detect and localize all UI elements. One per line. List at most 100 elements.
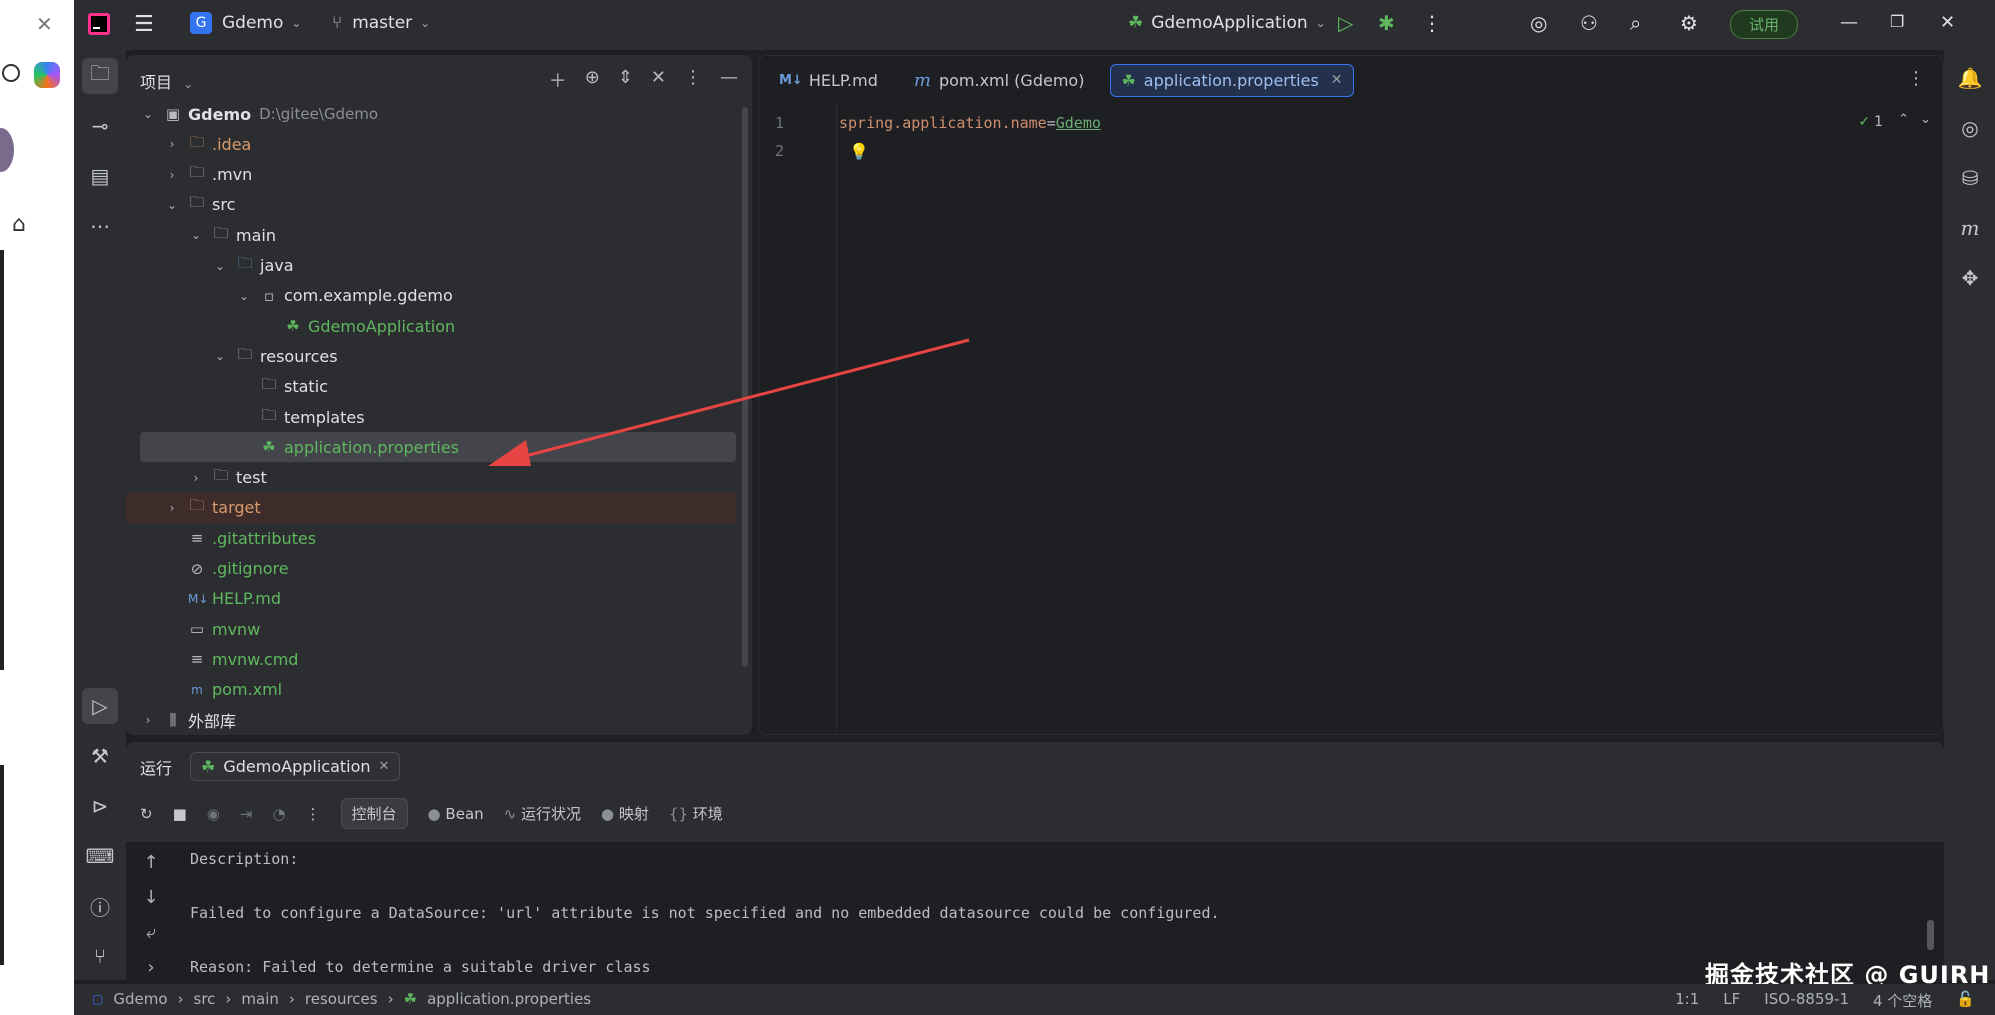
tree-item[interactable]: › ⫼ 外部库 <box>126 705 736 735</box>
terminal-icon[interactable]: ⌨ <box>82 838 118 874</box>
lock-icon[interactable]: 🔓 <box>1956 990 1975 1011</box>
cursor-position[interactable]: 1:1 <box>1675 990 1699 1011</box>
tree-item[interactable]: ⌄ ▣ Gdemo D:\gitee\Gdemo <box>126 99 736 129</box>
run-icon[interactable]: ▷ <box>1338 11 1353 35</box>
menu-dot-icon[interactable] <box>2 64 20 82</box>
more-icon[interactable]: ⋮ <box>1422 11 1442 35</box>
tree-item[interactable]: › 🗀 .idea <box>126 129 736 159</box>
project-switcher[interactable]: G Gdemo ⌄ <box>190 12 301 34</box>
chevron-right-icon[interactable]: › <box>188 471 204 485</box>
project-tool-icon[interactable]: 🗀 <box>82 58 118 94</box>
tree-item[interactable]: ⌄ 🗀 main <box>126 220 736 250</box>
database-icon[interactable]: ⛁ <box>1956 164 1984 192</box>
minimize-icon[interactable]: — <box>1840 12 1858 33</box>
locate-icon[interactable]: ⊕ <box>585 67 600 93</box>
tree-item[interactable]: › 🗀 .mvn <box>126 160 736 190</box>
github-icon[interactable]: ⌂ <box>12 212 26 237</box>
expand-all-icon[interactable]: ⇕ <box>618 67 633 93</box>
console-tab[interactable]: 控制台 <box>340 798 408 829</box>
scroll-up-icon[interactable]: ↑ <box>143 852 158 873</box>
main-menu-icon[interactable]: ☰ <box>134 12 154 37</box>
lightbulb-icon[interactable]: 💡 <box>849 142 869 161</box>
tab-options-icon[interactable]: ⋮ <box>1907 68 1925 89</box>
run-config-selector[interactable]: ☘ GdemoApplication ⌄ <box>1128 13 1326 33</box>
chevron-down-icon[interactable]: ⌄ <box>212 349 228 363</box>
tree-item[interactable]: 🗀 templates <box>126 402 736 432</box>
structure-icon[interactable]: ▤ <box>82 158 118 194</box>
problems-icon[interactable]: ⓘ <box>82 888 118 924</box>
options-icon[interactable]: ⋮ <box>684 67 702 93</box>
collapse-all-icon[interactable]: ✕ <box>651 67 666 93</box>
health-tab[interactable]: ∿ 运行状况 <box>504 803 581 824</box>
line-separator[interactable]: LF <box>1723 990 1740 1011</box>
chevron-right-icon[interactable]: › <box>140 713 156 727</box>
snapshot-icon[interactable]: ◉ <box>207 805 220 823</box>
exit-icon[interactable]: ⇥ <box>240 805 253 823</box>
breadcrumb-item[interactable]: Gdemo <box>113 990 167 1008</box>
console-output[interactable]: ↑ ↓ ⤶ › Description: Failed to configure… <box>126 842 1944 980</box>
tree-item[interactable]: m pom.xml <box>126 675 736 705</box>
tree-item[interactable]: ⌄ 🗀 resources <box>126 341 736 371</box>
expand-icon[interactable]: › <box>147 957 154 978</box>
tree-item[interactable]: 🗀 static <box>126 372 736 402</box>
debug-icon[interactable]: ✱ <box>1378 11 1395 35</box>
search-icon[interactable]: ⌕ <box>1630 11 1641 35</box>
env-tab[interactable]: {} 环境 <box>669 803 723 824</box>
indent-setting[interactable]: 4 个空格 <box>1873 990 1932 1011</box>
chevron-down-icon[interactable]: ⌄ <box>140 107 156 121</box>
run-tab[interactable]: ☘ GdemoApplication ✕ <box>190 752 401 781</box>
trial-button[interactable]: 试用 <box>1730 10 1799 39</box>
add-icon[interactable]: ＋ <box>549 67 567 93</box>
more-icon[interactable]: ⋮ <box>306 805 321 823</box>
close-icon[interactable]: ✕ <box>36 12 53 36</box>
tab-help-md[interactable]: M↓ HELP.md <box>769 65 888 96</box>
chevron-down-icon[interactable]: ⌄ <box>236 289 252 303</box>
tab-pom-xml[interactable]: m pom.xml (Gdemo) <box>904 64 1095 97</box>
chevron-down-icon[interactable]: ⌄ <box>188 228 204 242</box>
ai-chat-icon[interactable]: ◎ <box>1956 114 1984 142</box>
tree-item[interactable]: ≡ mvnw.cmd <box>126 644 736 674</box>
breadcrumb-item[interactable]: src <box>194 990 216 1008</box>
bean-tab[interactable]: ● Bean <box>428 805 484 823</box>
code-line-1[interactable]: spring.application.name=Gdemo <box>839 114 1101 132</box>
tree-item[interactable]: ⊘ .gitignore <box>126 554 736 584</box>
scroll-down-icon[interactable]: ↓ <box>143 887 158 908</box>
console-scrollbar[interactable] <box>1927 920 1934 950</box>
maven-icon[interactable]: m <box>1956 214 1984 242</box>
tree-item[interactable]: › 🗀 target <box>126 492 736 523</box>
tree-item[interactable]: ⌄ 🗀 src <box>126 190 736 220</box>
chevron-right-icon[interactable]: › <box>164 137 180 151</box>
notifications-icon[interactable]: 🔔 <box>1956 64 1984 92</box>
tree-item[interactable]: M↓ HELP.md <box>126 584 736 614</box>
git-icon[interactable]: ⑂ <box>82 938 118 974</box>
avatar[interactable] <box>0 128 14 172</box>
close-tab-icon[interactable]: ✕ <box>1331 72 1343 88</box>
soft-wrap-icon[interactable]: ⤶ <box>146 922 156 943</box>
services-icon[interactable]: ⊳ <box>82 788 118 824</box>
copilot-icon[interactable] <box>34 62 60 88</box>
ai-assistant-icon[interactable]: ◎ <box>1530 11 1547 35</box>
mapping-tab[interactable]: ● 映射 <box>601 803 649 824</box>
close-tab-icon[interactable]: ✕ <box>379 759 390 774</box>
file-encoding[interactable]: ISO-8859-1 <box>1764 990 1849 1011</box>
hide-icon[interactable]: — <box>720 67 738 93</box>
run-tool-icon[interactable]: ▷ <box>82 688 118 724</box>
commit-icon[interactable]: ⊸ <box>82 108 118 144</box>
plugin-icon[interactable]: ✥ <box>1956 264 1984 292</box>
restore-icon[interactable]: ❐ <box>1890 12 1904 31</box>
breadcrumb-item[interactable]: main <box>241 990 278 1008</box>
more-tools-icon[interactable]: ⋯ <box>82 208 118 244</box>
chevron-right-icon[interactable]: › <box>164 501 180 515</box>
rerun-icon[interactable]: ↻ <box>140 805 153 823</box>
tree-scrollbar[interactable] <box>742 107 748 667</box>
chevron-right-icon[interactable]: › <box>164 168 180 182</box>
build-icon[interactable]: ⚒ <box>82 738 118 774</box>
project-panel-header[interactable]: 项目 ⌄ <box>140 69 193 93</box>
chevron-down-icon[interactable]: ⌄ <box>164 198 180 212</box>
tree-item[interactable]: ⌄ ▫ com.example.gdemo <box>126 281 736 311</box>
code-with-me-icon[interactable]: ⚇ <box>1580 11 1598 35</box>
tree-item[interactable]: ⌄ 🗀 java <box>126 251 736 281</box>
tree-item[interactable]: ☘ GdemoApplication <box>126 311 736 341</box>
next-highlight-icon[interactable]: ⌄ <box>1920 112 1931 127</box>
tab-application-properties[interactable]: ☘ application.properties ✕ <box>1110 63 1354 97</box>
